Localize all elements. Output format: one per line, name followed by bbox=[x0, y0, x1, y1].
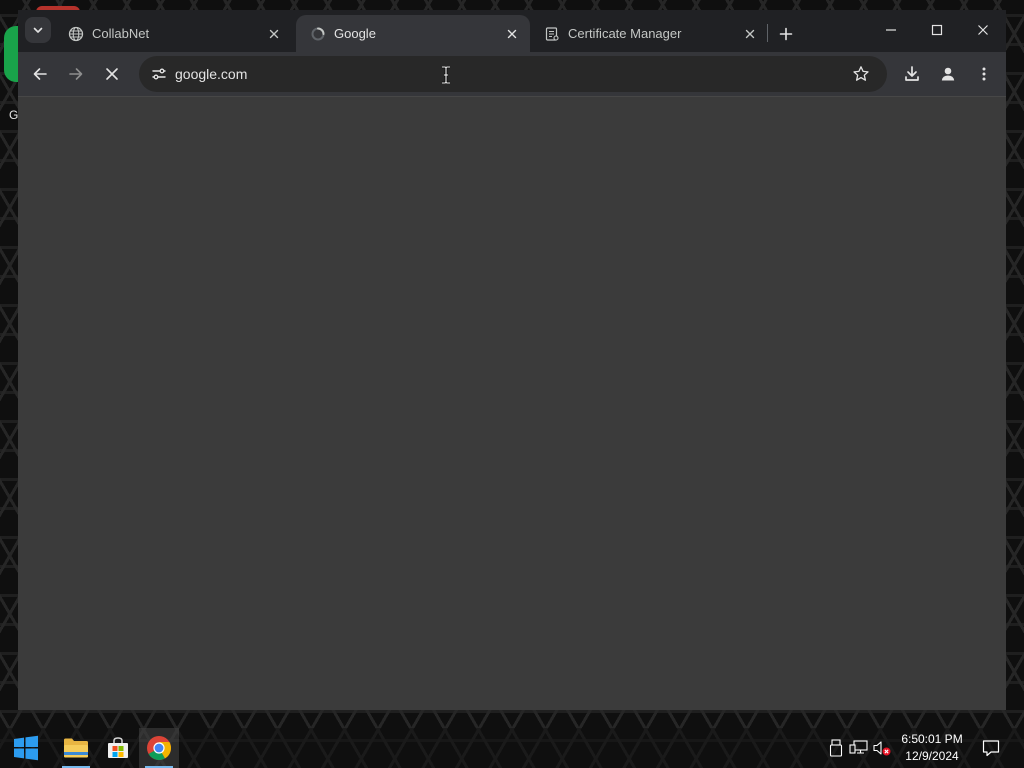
minimize-icon bbox=[886, 29, 896, 31]
file-explorer-button[interactable] bbox=[56, 728, 96, 768]
chrome-window: CollabNet Google Certificate Manager goo… bbox=[18, 10, 1006, 710]
start-button[interactable] bbox=[6, 728, 46, 768]
clock-date: 12/9/2024 bbox=[905, 749, 959, 763]
windows-logo-icon bbox=[14, 735, 38, 761]
bookmark-button[interactable] bbox=[849, 62, 873, 86]
person-icon bbox=[941, 67, 955, 81]
star-icon bbox=[853, 66, 869, 81]
close-window-button[interactable] bbox=[960, 10, 1006, 50]
close-icon bbox=[745, 29, 755, 38]
taskbar: 6:50:01 PM 12/9/2024 bbox=[0, 728, 1024, 768]
forward-button[interactable] bbox=[60, 58, 92, 90]
certificate-page-icon bbox=[544, 26, 560, 42]
tab-certificate-manager[interactable]: Certificate Manager bbox=[530, 15, 768, 52]
back-button[interactable] bbox=[24, 58, 56, 90]
tab-title: Google bbox=[334, 26, 376, 41]
browser-toolbar: google.com bbox=[18, 52, 1006, 96]
close-icon bbox=[978, 25, 988, 35]
tab-strip: CollabNet Google Certificate Manager bbox=[18, 10, 1006, 52]
folder-icon bbox=[64, 738, 88, 758]
store-bag-icon bbox=[108, 737, 128, 758]
profile-button[interactable] bbox=[932, 58, 964, 90]
removable-device-icon[interactable] bbox=[826, 738, 846, 758]
stop-loading-button[interactable] bbox=[96, 58, 128, 90]
close-icon bbox=[269, 29, 279, 38]
volume-muted-icon[interactable] bbox=[872, 738, 892, 758]
site-info-button[interactable] bbox=[145, 60, 173, 88]
chevron-down-icon bbox=[33, 27, 43, 33]
tab-search-button[interactable] bbox=[25, 17, 51, 43]
page-content-loading bbox=[18, 96, 1006, 710]
more-vertical-icon bbox=[982, 67, 986, 81]
chrome-icon bbox=[147, 736, 172, 761]
network-icon[interactable] bbox=[849, 738, 869, 758]
maximize-icon bbox=[931, 24, 943, 36]
arrow-right-icon bbox=[69, 68, 83, 80]
address-bar[interactable]: google.com bbox=[139, 56, 887, 92]
text-cursor-icon bbox=[442, 66, 450, 84]
url-text[interactable]: google.com bbox=[175, 66, 247, 82]
downloads-button[interactable] bbox=[896, 58, 928, 90]
tab-close-button[interactable] bbox=[504, 26, 520, 42]
globe-icon bbox=[68, 26, 84, 42]
action-center-button[interactable] bbox=[981, 738, 1001, 758]
system-clock[interactable]: 6:50:01 PM 12/9/2024 bbox=[896, 731, 968, 765]
microsoft-store-button[interactable] bbox=[98, 728, 138, 768]
notification-icon bbox=[982, 740, 1000, 757]
close-icon bbox=[106, 68, 118, 80]
tab-google[interactable]: Google bbox=[296, 15, 530, 52]
new-tab-button[interactable] bbox=[772, 20, 800, 48]
tab-separator bbox=[767, 24, 768, 42]
tab-title: CollabNet bbox=[92, 26, 150, 41]
maximize-button[interactable] bbox=[914, 10, 960, 50]
chrome-taskbar-button[interactable] bbox=[139, 728, 179, 768]
tab-collabnet[interactable]: CollabNet bbox=[54, 15, 292, 52]
loading-spinner-icon bbox=[310, 26, 326, 42]
tune-icon bbox=[152, 68, 166, 80]
clock-time: 6:50:01 PM bbox=[901, 732, 963, 746]
tab-close-button[interactable] bbox=[266, 26, 282, 42]
download-icon bbox=[905, 66, 919, 81]
plus-icon bbox=[779, 27, 793, 41]
tab-close-button[interactable] bbox=[742, 26, 758, 42]
arrow-left-icon bbox=[33, 68, 47, 80]
desktop-icon-label: G bbox=[9, 108, 19, 122]
tab-title: Certificate Manager bbox=[568, 26, 682, 41]
minimize-button[interactable] bbox=[868, 10, 914, 50]
close-icon bbox=[507, 29, 517, 38]
menu-button[interactable] bbox=[968, 58, 1000, 90]
